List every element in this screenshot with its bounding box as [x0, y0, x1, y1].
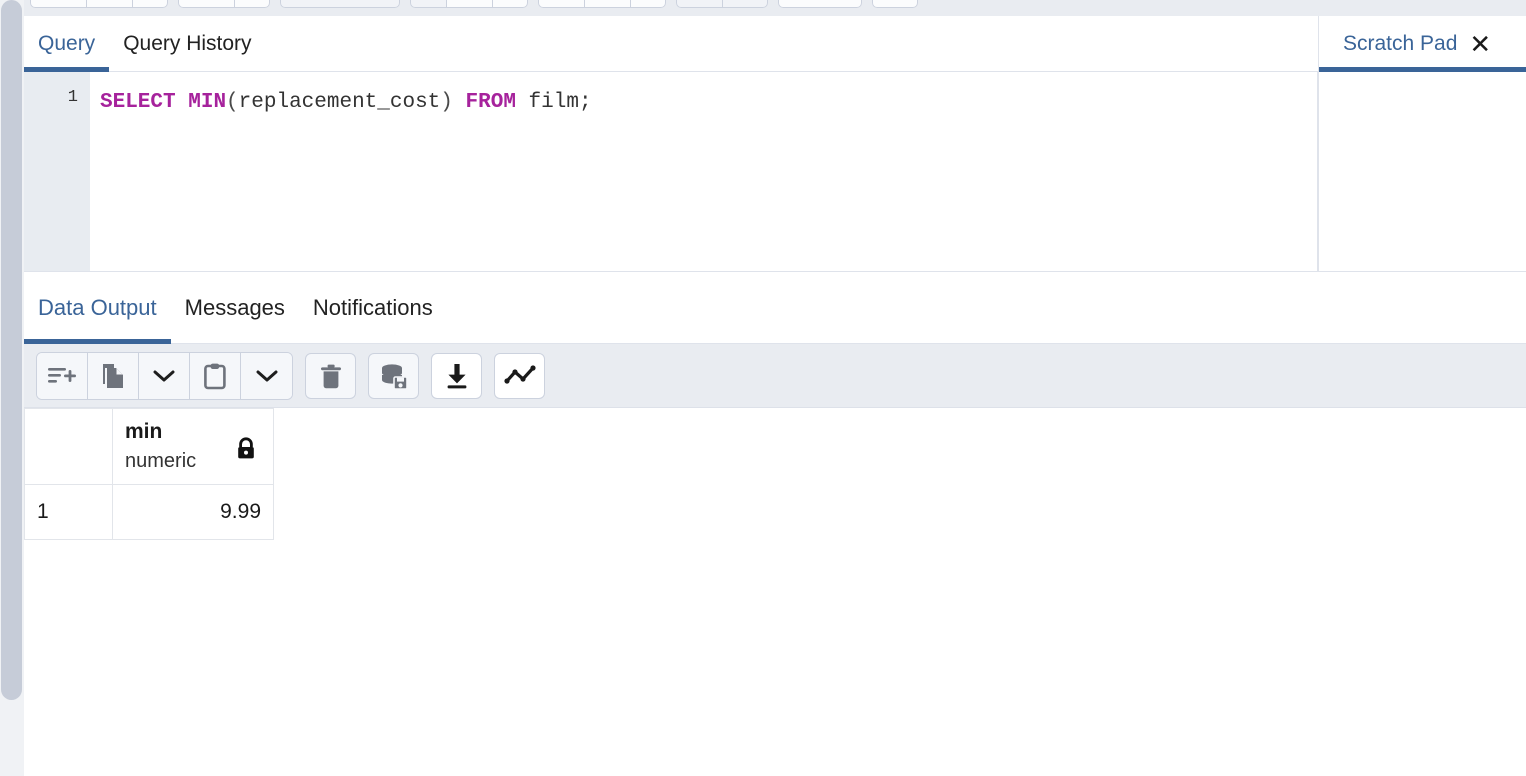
- add-row-icon: [47, 364, 77, 388]
- filter-rows-button[interactable]: [280, 0, 400, 8]
- tab-notifications-label: Notifications: [312, 294, 433, 320]
- chevron-down-icon: [153, 369, 175, 383]
- execute-query-button[interactable]: [446, 0, 492, 8]
- output-tabbar: Data Output Messages Notifications: [24, 272, 1526, 344]
- paste-button[interactable]: [190, 352, 241, 399]
- copy-button[interactable]: [88, 352, 139, 399]
- delete-row-button[interactable]: [305, 352, 356, 399]
- trash-icon: [319, 362, 343, 390]
- tab-data-output-label: Data Output: [38, 294, 157, 320]
- query-tool-body: Query Query History Scratch Pad ✕ 1 SELE…: [24, 16, 1526, 776]
- sql-space-1: [176, 91, 189, 114]
- results-table-head: min numeric: [24, 407, 274, 486]
- close-icon[interactable]: ✕: [1469, 31, 1491, 57]
- toolbar-group-explain: [538, 0, 666, 8]
- sql-token-select: SELECT: [100, 91, 176, 114]
- results-grid[interactable]: min numeric 1 9.99: [24, 407, 1526, 776]
- tab-query[interactable]: Query: [24, 16, 110, 72]
- sql-token-min: MIN: [188, 91, 227, 114]
- download-results-button[interactable]: [431, 352, 482, 399]
- save-as-button[interactable]: [132, 0, 168, 8]
- row-number-cell[interactable]: 1: [24, 484, 113, 541]
- tab-scratch-pad-label: Scratch Pad: [1343, 31, 1458, 55]
- page-scrollbar[interactable]: [0, 0, 24, 776]
- edit-redo-button[interactable]: [234, 0, 270, 8]
- table-header-row: min numeric: [24, 407, 274, 486]
- copy-options-button[interactable]: [139, 352, 190, 399]
- sql-token-from: FROM: [465, 91, 516, 114]
- sql-space-3: [516, 91, 529, 114]
- toolbar-group-menu: [872, 0, 918, 8]
- chart-line-icon: [503, 364, 536, 388]
- results-table: min numeric 1 9.99: [24, 407, 274, 541]
- scratch-pad-tabbar: Scratch Pad ✕: [1318, 16, 1526, 72]
- toolbar-group-filter: [280, 0, 400, 8]
- query-tool-menu-button[interactable]: [872, 0, 918, 8]
- tab-scratch-pad[interactable]: Scratch Pad ✕: [1319, 16, 1526, 72]
- query-tool-toolbar-row: [24, 0, 928, 8]
- query-tool-window: Query Query History Scratch Pad ✕ 1 SELE…: [0, 0, 1526, 776]
- download-icon: [444, 362, 470, 390]
- paste-icon: [203, 362, 227, 390]
- copy-icon: [100, 362, 126, 390]
- commit-button[interactable]: [676, 0, 722, 8]
- scratch-pad-textarea[interactable]: [1318, 72, 1526, 272]
- toolbar-group-file: [30, 0, 168, 8]
- sql-token-close-paren: ): [440, 91, 453, 114]
- stop-query-button[interactable]: [492, 0, 528, 8]
- explain-analyze-button[interactable]: [584, 0, 630, 8]
- open-file-button[interactable]: [30, 0, 86, 8]
- row-number-header[interactable]: [24, 407, 113, 486]
- line-number: 1: [67, 88, 78, 107]
- cell-min[interactable]: 9.99: [112, 484, 274, 541]
- tab-query-history[interactable]: Query History: [109, 16, 265, 72]
- page-scrollbar-thumb[interactable]: [1, 0, 22, 700]
- results-toolbar-group-edit: [36, 351, 293, 400]
- results-toolbar: [24, 344, 1526, 408]
- column-header-min[interactable]: min numeric: [112, 407, 274, 486]
- explain-options-button[interactable]: [630, 0, 666, 8]
- tab-messages-label: Messages: [184, 294, 285, 320]
- chevron-down-icon: [256, 369, 278, 383]
- edit-undo-button[interactable]: [178, 0, 234, 8]
- sql-token-table: film;: [528, 91, 592, 114]
- query-tabbar: Query Query History: [24, 16, 1318, 72]
- tab-data-output[interactable]: Data Output: [24, 272, 171, 344]
- toolbar-group-transaction: [676, 0, 768, 8]
- query-tool-toolbar: [24, 0, 1526, 16]
- add-row-button[interactable]: [37, 352, 88, 399]
- results-table-body: 1 9.99: [24, 484, 274, 541]
- sql-token-column: replacement_cost: [238, 91, 441, 114]
- sql-space-2: [453, 91, 466, 114]
- tab-notifications[interactable]: Notifications: [299, 272, 447, 344]
- editor-line-number-gutter: 1: [24, 72, 90, 271]
- macros-button[interactable]: [778, 0, 862, 8]
- save-data-changes-button[interactable]: [368, 352, 419, 399]
- tab-query-history-label: Query History: [123, 31, 252, 55]
- toolbar-group-macros: [778, 0, 862, 8]
- lock-icon: [235, 437, 257, 466]
- limit-selector-button[interactable]: [410, 0, 446, 8]
- toolbar-group-edit: [178, 0, 270, 8]
- rollback-button[interactable]: [722, 0, 768, 8]
- paste-options-button[interactable]: [241, 352, 292, 399]
- explain-button[interactable]: [538, 0, 584, 8]
- save-file-button[interactable]: [86, 0, 132, 8]
- graph-visualiser-button[interactable]: [494, 352, 545, 399]
- sql-editor[interactable]: 1 SELECT MIN(replacement_cost) FROM film…: [24, 72, 1318, 272]
- table-row[interactable]: 1 9.99: [24, 484, 274, 541]
- sql-editor-textarea[interactable]: SELECT MIN(replacement_cost) FROM film;: [90, 72, 1317, 271]
- toolbar-group-limit: [410, 0, 528, 8]
- tab-messages[interactable]: Messages: [171, 272, 299, 344]
- sql-token-open-paren: (: [226, 91, 239, 114]
- database-save-icon: [379, 362, 409, 390]
- tab-query-label: Query: [38, 31, 96, 55]
